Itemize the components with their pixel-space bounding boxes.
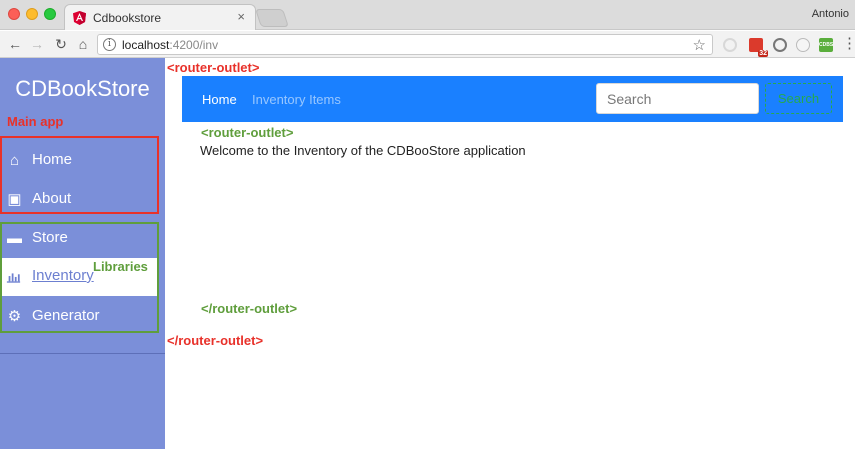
- libraries-annotation-box: [0, 222, 159, 333]
- window-minimize-button[interactable]: [26, 8, 38, 20]
- home-icon[interactable]: ⌂: [74, 35, 92, 53]
- menu-icon[interactable]: ⋮: [842, 34, 855, 54]
- brand-title[interactable]: CDBookStore: [0, 76, 165, 102]
- info-icon[interactable]: i: [103, 38, 116, 51]
- gmail-extension-icon[interactable]: 32: [749, 38, 768, 57]
- tab-close-icon[interactable]: ×: [237, 9, 245, 24]
- sync-extension-icon[interactable]: [773, 38, 787, 52]
- inner-router-outlet-open: <router-outlet>: [201, 125, 294, 140]
- profile-name[interactable]: Antonio: [812, 8, 849, 20]
- address-bar[interactable]: i localhost:4200/inv ☆: [97, 34, 713, 55]
- libraries-annotation: Libraries: [93, 259, 148, 274]
- app-navbar: Home Inventory Items Search: [182, 76, 843, 122]
- main-app-annotation-box: [0, 136, 159, 214]
- outer-router-outlet-open: <router-outlet>: [167, 60, 260, 75]
- angular-favicon-icon: [73, 11, 86, 25]
- star-icon[interactable]: ☆: [693, 36, 706, 54]
- tab-title: Cdbookstore: [93, 11, 162, 25]
- extension-circle-icon[interactable]: [723, 38, 737, 52]
- main-app-annotation: Main app: [7, 114, 64, 129]
- window-close-button[interactable]: [8, 8, 20, 20]
- outer-router-outlet-close: </router-outlet>: [167, 333, 264, 348]
- sidebar-divider: [0, 353, 165, 354]
- browser-titlebar: Cdbookstore × Antonio: [0, 0, 855, 30]
- nav-link-inventory-items[interactable]: Inventory Items: [252, 92, 341, 107]
- url-host: localhost: [122, 38, 170, 52]
- forward-icon[interactable]: →: [28, 35, 46, 53]
- cdbs-extension-icon[interactable]: CDBS: [819, 38, 833, 52]
- window-maximize-button[interactable]: [44, 8, 56, 20]
- gmail-badge: 32: [758, 50, 768, 57]
- browser-tab[interactable]: Cdbookstore ×: [64, 4, 256, 30]
- search-button[interactable]: Search: [765, 83, 832, 114]
- search-input[interactable]: [596, 83, 759, 114]
- url-text[interactable]: localhost:4200/inv: [122, 38, 218, 52]
- inner-router-outlet-close: </router-outlet>: [201, 301, 298, 316]
- reload-icon[interactable]: ↻: [52, 35, 70, 53]
- browser-toolbar: ← → ↻ ⌂ i localhost:4200/inv ☆ 32 CDBS ⋮: [0, 31, 855, 58]
- url-path: :4200/inv: [169, 38, 219, 52]
- back-icon[interactable]: ←: [6, 35, 24, 53]
- globe-extension-icon[interactable]: [796, 38, 810, 52]
- new-tab-button[interactable]: [255, 9, 289, 27]
- nav-link-home[interactable]: Home: [202, 92, 237, 107]
- welcome-text: Welcome to the Inventory of the CDBooSto…: [200, 143, 526, 158]
